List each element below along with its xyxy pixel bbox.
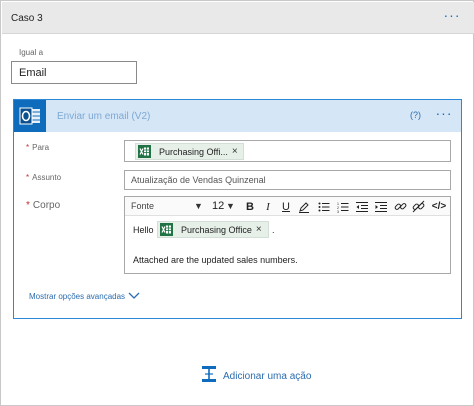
add-action-icon	[201, 365, 217, 388]
remove-link-icon[interactable]	[410, 198, 426, 215]
subject-label: * Assunto	[26, 173, 62, 182]
to-label: * Para	[26, 143, 50, 152]
decrease-indent-icon[interactable]	[354, 198, 370, 215]
body-token-remove-icon[interactable]: ×	[256, 224, 266, 235]
case-title: Caso 3	[11, 13, 43, 24]
outlook-icon	[14, 100, 46, 132]
to-field[interactable]: Purchasing Offi... ×	[124, 140, 451, 162]
condition-value-input[interactable]	[11, 61, 137, 84]
bulleted-list-icon[interactable]	[316, 198, 332, 215]
add-action-label: Adicionar uma ação	[223, 371, 312, 382]
switch-case-card: Caso 3 ··· Igual a Enviar um email (V2) …	[0, 0, 474, 406]
body-text-line: Attached are the updated sales numbers.	[133, 255, 298, 265]
subject-field[interactable]: Atualização de Vendas Quinzenal	[124, 170, 451, 190]
case-more-options-icon[interactable]: ···	[438, 7, 466, 27]
font-size-select[interactable]: 12	[212, 200, 224, 212]
body-editor[interactable]: Fonte ▼ 12 ▼ B I U 123 </> Hello Purchas…	[124, 196, 451, 274]
code-view-icon[interactable]: </>	[429, 198, 449, 215]
underline-button[interactable]: U	[278, 198, 294, 215]
body-greeting: Hello	[133, 225, 154, 235]
font-dropdown-caret-icon[interactable]: ▼	[194, 201, 203, 211]
send-email-action-card: Enviar um email (V2) (?) ··· * Para Purch	[13, 99, 462, 319]
pen-icon[interactable]	[296, 198, 312, 215]
body-token-label: Purchasing Office	[181, 224, 252, 235]
body-punctuation: .	[272, 225, 275, 235]
excel-icon	[136, 144, 153, 159]
condition-label: Igual a	[19, 48, 44, 57]
chevron-down-icon[interactable]	[127, 288, 141, 302]
to-token-remove-icon[interactable]: ×	[232, 146, 242, 157]
bold-button[interactable]: B	[242, 198, 258, 215]
case-header[interactable]: Caso 3 ···	[2, 2, 474, 34]
to-token[interactable]: Purchasing Offi... ×	[135, 143, 244, 160]
show-advanced-options-link[interactable]: Mostrar opções avançadas	[29, 292, 125, 301]
excel-icon	[158, 222, 175, 237]
italic-button[interactable]: I	[260, 198, 276, 215]
svg-text:3: 3	[337, 210, 339, 213]
action-header[interactable]: Enviar um email (V2) (?) ···	[14, 100, 461, 132]
action-title: Enviar um email (V2)	[57, 111, 151, 122]
font-family-select[interactable]: Fonte	[131, 201, 154, 211]
size-dropdown-caret-icon[interactable]: ▼	[226, 201, 235, 211]
help-icon[interactable]: (?)	[410, 110, 421, 120]
body-label: * Corpo	[26, 200, 61, 211]
insert-link-icon[interactable]	[392, 198, 408, 215]
rich-text-toolbar: Fonte ▼ 12 ▼ B I U 123 </>	[125, 197, 450, 216]
numbered-list-icon[interactable]: 123	[335, 198, 351, 215]
increase-indent-icon[interactable]	[373, 198, 389, 215]
body-token[interactable]: Purchasing Office ×	[157, 221, 269, 238]
to-token-label: Purchasing Offi...	[159, 146, 228, 157]
action-more-options-icon[interactable]: ···	[432, 105, 456, 125]
add-action-button[interactable]: Adicionar uma ação	[201, 365, 311, 388]
